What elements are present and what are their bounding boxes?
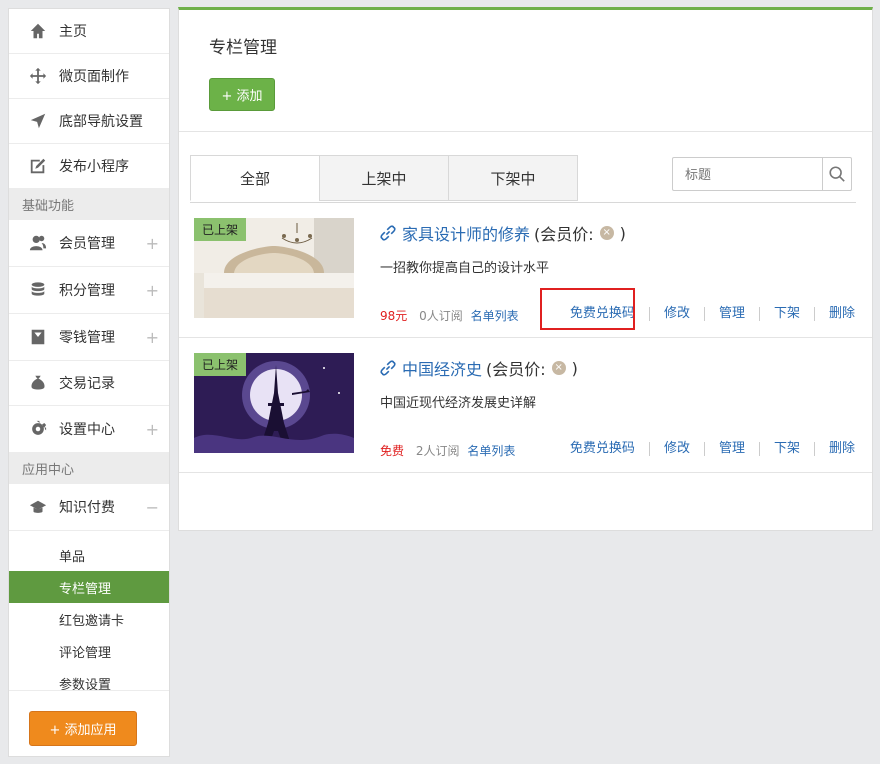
column-meta: 98元 0人订阅 名单列表: [380, 307, 519, 324]
search-icon: [829, 166, 845, 182]
sidebar-item-members[interactable]: 会员管理 +: [9, 220, 169, 267]
sidebar-item-settings[interactable]: 设置中心 +: [9, 406, 169, 453]
link-icon: [380, 225, 396, 241]
expand-icon[interactable]: +: [146, 420, 159, 439]
page-title: 专栏管理: [209, 38, 277, 58]
column-title-link[interactable]: 中国经济史: [402, 356, 482, 380]
sidebar-item-transactions[interactable]: 交易记录: [9, 361, 169, 406]
close-icon: ×: [599, 226, 614, 240]
add-app-button[interactable]: + 添加应用: [29, 711, 137, 746]
subscriber-count: 2人订阅: [415, 444, 460, 458]
sidebar-item-label: 交易记录: [59, 376, 115, 392]
sidebar-item-wallet[interactable]: 零钱管理 +: [9, 314, 169, 361]
row-divider: [179, 472, 872, 473]
tab-on-shelf[interactable]: 上架中: [319, 155, 449, 201]
tab-bar: 全部 上架中 下架中: [190, 155, 578, 201]
collapse-icon[interactable]: −: [146, 498, 159, 517]
free-code-link[interactable]: 免费兑换码: [556, 442, 649, 456]
sidebar-item-bottom-nav[interactable]: 底部导航设置: [9, 99, 169, 144]
column-meta: 免费 2人订阅 名单列表: [380, 442, 515, 459]
unshelve-link[interactable]: 下架: [758, 442, 814, 456]
edit-icon: [29, 157, 47, 175]
expand-icon[interactable]: +: [146, 234, 159, 253]
sidebar-item-label: 设置中心: [59, 422, 115, 438]
main-panel: 专栏管理 + 添加 全部 上架中 下架中 已上架: [178, 7, 873, 531]
divider: [179, 131, 872, 132]
close-paren: ): [571, 358, 578, 378]
list-item: 已上架 家具设计师的修养 (会员价: × ) 一招教你提高自己的设计水平 98元…: [179, 203, 872, 338]
column-title-link[interactable]: 家具设计师的修养: [402, 221, 530, 245]
sidebar-item-micro-page[interactable]: 微页面制作: [9, 54, 169, 99]
wallet-icon: [29, 328, 47, 346]
unshelve-link[interactable]: 下架: [758, 307, 814, 321]
money-bag-icon: [29, 374, 47, 392]
column-title-line: 家具设计师的修养 (会员价: × ): [380, 221, 626, 245]
subscriber-count: 0人订阅: [419, 309, 463, 323]
row-actions: 免费兑换码 修改 管理 下架 删除: [556, 442, 855, 456]
column-description: 中国近现代经济发展史详解: [380, 396, 537, 411]
expand-icon[interactable]: +: [146, 328, 159, 347]
list-item: 已上架 中国经济史 (会员价: × ) 中国近现代经济发展史详解 免费 2人订阅…: [179, 338, 872, 473]
search-box: [672, 157, 852, 191]
sidebar-item-publish[interactable]: 发布小程序: [9, 144, 169, 189]
divider: [9, 690, 169, 691]
search-input[interactable]: [673, 158, 822, 190]
sidebar-item-label: 知识付费: [59, 500, 115, 516]
column-description: 一招教你提高自己的设计水平: [380, 261, 550, 276]
search-button[interactable]: [822, 158, 851, 190]
edit-link[interactable]: 修改: [648, 442, 704, 456]
sidebar-item-points[interactable]: 积分管理 +: [9, 267, 169, 314]
sidebar-item-label: 发布小程序: [59, 159, 129, 175]
namelist-link[interactable]: 名单列表: [471, 309, 519, 323]
delete-link[interactable]: 删除: [813, 442, 855, 456]
price: 免费: [380, 444, 405, 458]
link-icon: [380, 360, 396, 376]
tab-off-shelf[interactable]: 下架中: [448, 155, 578, 201]
member-price-label: (会员价:: [534, 225, 594, 244]
highlight-box: [540, 288, 635, 330]
sidebar-item-label: 零钱管理: [59, 330, 115, 346]
member-price-label: (会员价:: [486, 360, 546, 379]
column-title-line: 中国经济史 (会员价: × ): [380, 356, 578, 380]
graduation-cap-icon: [29, 498, 47, 516]
sidebar-item-label: 底部导航设置: [59, 114, 143, 130]
status-badge: 已上架: [194, 218, 247, 241]
price: 98元: [380, 309, 408, 323]
database-icon: [29, 281, 47, 299]
section-basic: 基础功能: [9, 189, 169, 220]
sidebar-item-label: 主页: [59, 24, 87, 40]
namelist-link[interactable]: 名单列表: [467, 444, 515, 458]
sidebar-item-label: 会员管理: [59, 236, 115, 252]
move-icon: [29, 67, 47, 85]
home-icon: [29, 22, 47, 40]
sub-item-single[interactable]: 单品: [9, 539, 169, 571]
sidebar-item-label: 积分管理: [59, 283, 115, 299]
gear-icon: [29, 420, 47, 438]
sub-item-invite-card[interactable]: 红包邀请卡: [9, 603, 169, 635]
status-badge: 已上架: [194, 353, 247, 376]
sub-item-column-manage[interactable]: 专栏管理: [9, 571, 169, 603]
navigation-icon: [29, 112, 47, 130]
tab-all[interactable]: 全部: [190, 155, 320, 201]
close-paren: ): [619, 223, 626, 243]
sub-item-params[interactable]: 参数设置: [9, 667, 169, 699]
manage-link[interactable]: 管理: [703, 307, 759, 321]
column-cover-image[interactable]: 已上架: [194, 218, 354, 318]
sidebar-item-knowledge[interactable]: 知识付费 −: [9, 484, 169, 531]
sidebar-item-label: 微页面制作: [59, 69, 129, 85]
sub-item-comments[interactable]: 评论管理: [9, 635, 169, 667]
expand-icon[interactable]: +: [146, 281, 159, 300]
users-icon: [29, 234, 47, 252]
delete-link[interactable]: 删除: [813, 307, 855, 321]
sidebar: 主页 微页面制作 底部导航设置 发布小程序 基础功能 会员管理 + 积分管理 +…: [8, 8, 170, 757]
manage-link[interactable]: 管理: [703, 442, 759, 456]
sidebar-item-home[interactable]: 主页: [9, 9, 169, 54]
edit-link[interactable]: 修改: [648, 307, 704, 321]
add-button[interactable]: + 添加: [209, 78, 275, 111]
close-icon: ×: [551, 361, 566, 375]
section-app-center: 应用中心: [9, 453, 169, 484]
column-cover-image[interactable]: 已上架: [194, 353, 354, 453]
